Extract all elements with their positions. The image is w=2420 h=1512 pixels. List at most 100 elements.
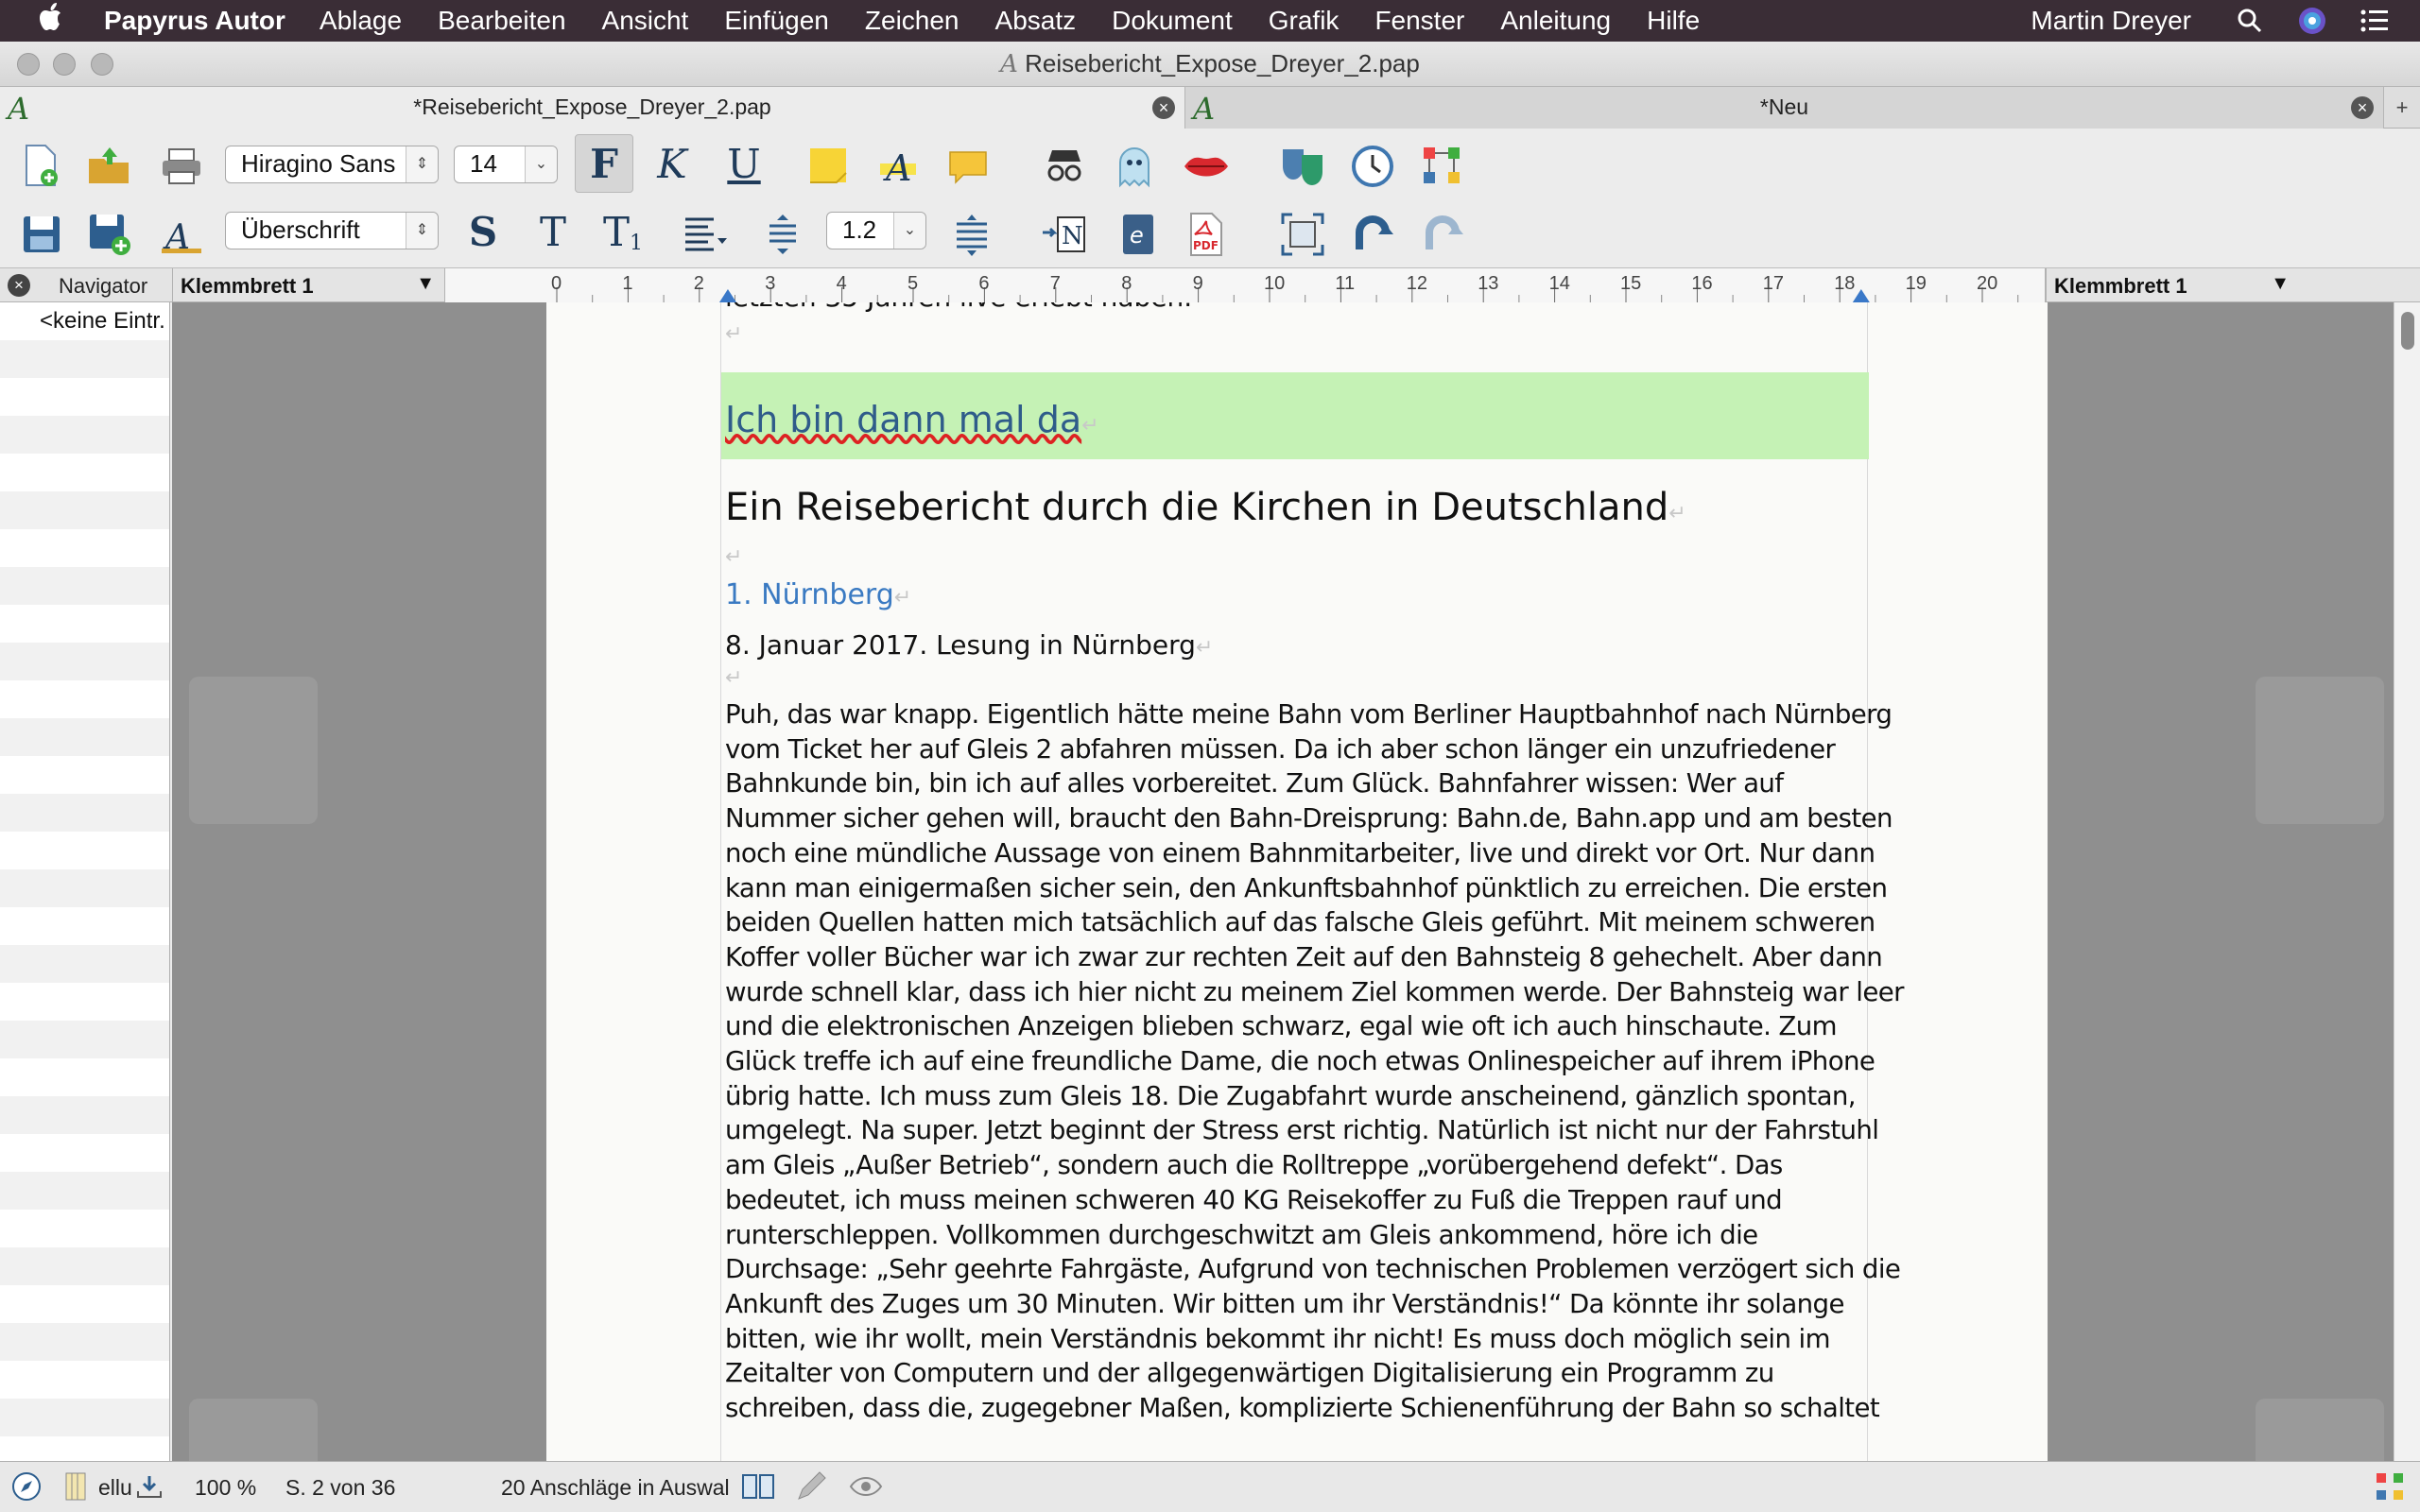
page-indicator[interactable]: S. 2 von 36 — [285, 1475, 395, 1501]
redo-icon[interactable] — [1416, 208, 1469, 261]
tab-neu[interactable]: A *Neu × — [1185, 87, 2384, 129]
horizontal-ruler[interactable]: 0 1 2 3 4 5 6 7 8 9 10 11 12 13 14 15 16 17 18 19 20 — [444, 268, 2046, 302]
book-icon[interactable] — [741, 1469, 775, 1503]
paragraph-style-select[interactable]: Überschrift ⇕ — [225, 212, 439, 249]
lips-speak-icon[interactable] — [1180, 140, 1233, 193]
scrollbar-thumb[interactable] — [2401, 312, 2414, 350]
right-margin-marker[interactable] — [1852, 289, 1870, 302]
vertical-scrollbar[interactable] — [2394, 302, 2420, 1461]
tab-close-icon[interactable]: × — [2351, 96, 2374, 119]
sticky-note-icon[interactable] — [802, 140, 855, 193]
ruler-tick-label: 5 — [908, 273, 918, 294]
paragraph-spacing-icon[interactable] — [945, 208, 998, 261]
app-name-menu[interactable]: Papyrus Autor — [104, 6, 285, 36]
apple-menu-icon[interactable] — [0, 1, 104, 42]
undo-icon[interactable] — [1346, 208, 1399, 261]
siri-icon[interactable] — [2295, 4, 2329, 38]
section-heading[interactable]: 1. Nürnberg↵ — [725, 578, 911, 611]
document-title[interactable]: Ein Reisebericht durch die Kirchen in De… — [725, 486, 1686, 529]
open-folder-icon[interactable] — [83, 140, 136, 193]
menu-fenster[interactable]: Fenster — [1374, 6, 1464, 36]
font-size-select[interactable]: 14 ⌄ — [454, 146, 558, 183]
new-tab-button[interactable]: + — [2384, 87, 2420, 129]
notification-center-icon[interactable] — [2358, 4, 2392, 38]
body-line: wurde schnell klar, dass ich hier nicht … — [725, 975, 1904, 1007]
chevron-down-icon[interactable]: ⌄ — [525, 146, 557, 182]
text-t-button[interactable]: T — [524, 202, 582, 261]
italic-button[interactable]: K — [643, 134, 701, 193]
section-heading-text: 1. Nürnberg — [725, 578, 894, 611]
column-view-icon[interactable] — [59, 1469, 93, 1503]
ruler-tick-label: 10 — [1264, 273, 1285, 294]
dropdown-triangle-icon[interactable]: ▼ — [2271, 273, 2290, 295]
style-field[interactable]: ellu — [98, 1475, 132, 1501]
navigator-empty-entry[interactable]: <keine Eintr. — [40, 308, 165, 335]
window-title-text: Reisebericht_Expose_Dreyer_2.pap — [1025, 49, 1420, 77]
ruler-tick-label: 17 — [1763, 273, 1784, 294]
subscript-button[interactable]: T1 — [594, 202, 652, 261]
menu-zeichen[interactable]: Zeichen — [865, 6, 959, 36]
line-spacing-icon[interactable] — [756, 208, 809, 261]
body-paragraph[interactable]: Puh, das war knapp. Eigentlich hätte mei… — [725, 697, 1904, 1426]
chevron-down-icon[interactable]: ⌄ — [893, 213, 925, 249]
heading-ich-bin-dann-mal-da[interactable]: Ich bin dann mal da↵ — [725, 399, 1099, 440]
eye-icon[interactable] — [849, 1469, 883, 1503]
zoom-level[interactable]: 100 % — [195, 1475, 256, 1501]
object-tree-icon[interactable] — [1416, 140, 1469, 193]
body-line: am Gleis „Außer Betrieb“, sondern auch d… — [725, 1149, 1783, 1181]
user-name-menu[interactable]: Martin Dreyer — [2031, 6, 2191, 36]
svg-text:e: e — [1130, 222, 1144, 249]
menu-absatz[interactable]: Absatz — [995, 6, 1077, 36]
document-page[interactable]: letzten 35 Jahren live erlebt haben. ↵ I… — [546, 302, 2048, 1461]
dropdown-triangle-icon[interactable]: ▼ — [416, 273, 435, 295]
underline-button[interactable]: U — [715, 134, 773, 193]
clipboard-placeholder-icon — [189, 1399, 318, 1461]
menu-dokument[interactable]: Dokument — [1112, 6, 1233, 36]
fullscreen-icon[interactable] — [1276, 208, 1329, 261]
tray-icon[interactable] — [132, 1469, 166, 1503]
clock-timer-icon[interactable] — [1346, 140, 1399, 193]
spotlight-search-icon[interactable] — [2233, 4, 2267, 38]
menu-grafik[interactable]: Grafik — [1269, 6, 1340, 36]
align-left-icon[interactable] — [679, 208, 732, 261]
navigator-close-icon[interactable]: × — [8, 274, 30, 297]
ghost-icon[interactable] — [1108, 140, 1161, 193]
dateline[interactable]: 8. Januar 2017. Lesung in Nürnberg↵ — [725, 629, 1213, 661]
text-column[interactable]: letzten 35 Jahren live erlebt haben. ↵ I… — [720, 302, 1904, 1461]
bold-button[interactable]: F — [575, 134, 633, 193]
menu-hilfe[interactable]: Hilfe — [1647, 6, 1700, 36]
stepper-arrows-icon[interactable]: ⇕ — [406, 146, 438, 182]
font-family-select[interactable]: Hiragino Sans ⇕ — [225, 146, 439, 183]
save-icon[interactable] — [15, 208, 68, 261]
clipboard-left-header[interactable]: Klemmbrett 1 ▼ — [172, 268, 444, 302]
line-spacing-select[interactable]: 1.2 ⌄ — [826, 212, 926, 249]
menu-ansicht[interactable]: Ansicht — [602, 6, 689, 36]
compass-navigation-icon[interactable] — [9, 1469, 43, 1503]
window-title: A Reisebericht_Expose_Dreyer_2.pap — [0, 49, 2420, 78]
pen-icon[interactable] — [794, 1469, 828, 1503]
stepper-arrows-icon[interactable]: ⇕ — [406, 213, 438, 249]
save-as-icon[interactable] — [83, 208, 136, 261]
style-sheet-icon[interactable]: A — [155, 208, 208, 261]
text-highlight-icon[interactable]: A — [872, 140, 925, 193]
comment-bubble-icon[interactable] — [942, 140, 994, 193]
theater-masks-icon[interactable] — [1276, 140, 1329, 193]
new-document-icon[interactable] — [15, 140, 68, 193]
menu-bearbeiten[interactable]: Bearbeiten — [438, 6, 565, 36]
paragraph-style-value: Überschrift — [241, 215, 360, 244]
previous-paragraph-end: letzten 35 Jahren live erlebt haben. — [725, 302, 1192, 313]
menu-anleitung[interactable]: Anleitung — [1500, 6, 1611, 36]
menu-einfuegen[interactable]: Einfügen — [724, 6, 829, 36]
insert-note-icon[interactable]: N — [1038, 208, 1091, 261]
stylesheet-s-button[interactable]: S — [454, 202, 512, 261]
print-icon[interactable] — [155, 140, 208, 193]
tab-close-icon[interactable]: × — [1152, 96, 1175, 119]
ebook-icon[interactable]: e — [1112, 208, 1165, 261]
export-pdf-icon[interactable]: PDF — [1180, 208, 1233, 261]
spy-search-icon[interactable] — [1038, 140, 1091, 193]
left-margin-marker[interactable] — [718, 289, 736, 302]
tab-reisebericht[interactable]: A *Reisebericht_Expose_Dreyer_2.pap × — [0, 87, 1185, 129]
clipboard-right-header[interactable]: Klemmbrett 1 ▼ — [2046, 268, 2299, 302]
object-tree-small-icon[interactable] — [2373, 1469, 2407, 1503]
menu-ablage[interactable]: Ablage — [320, 6, 402, 36]
